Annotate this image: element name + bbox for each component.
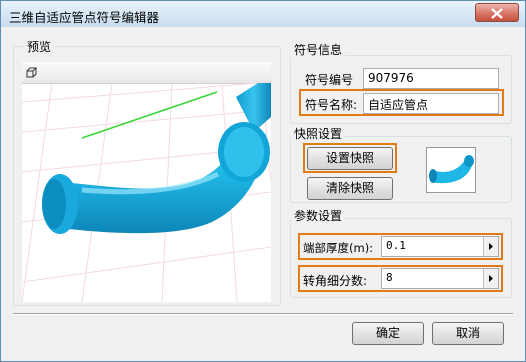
arrow-right-icon	[489, 243, 493, 250]
preview-group-label: 预览	[24, 38, 55, 55]
cancel-button[interactable]: 取消	[432, 322, 504, 345]
symbol-name-label: 符号名称:	[305, 98, 358, 112]
thickness-value: 0.1	[386, 239, 406, 252]
preview-viewport[interactable]	[22, 62, 271, 302]
title-bar[interactable]: 三维自适应管点符号编辑器	[1, 1, 525, 27]
snapshot-label: 快照设置	[291, 125, 346, 142]
segments-arrow-button[interactable]	[483, 269, 498, 288]
close-button[interactable]	[475, 3, 519, 22]
thickness-arrow-button[interactable]	[483, 237, 498, 256]
symbol-info-label: 符号信息	[291, 41, 346, 58]
segments-label: 转角细分数:	[303, 274, 368, 288]
set-snapshot-button[interactable]: 设置快照	[307, 147, 393, 170]
ok-button[interactable]: 确定	[352, 322, 424, 345]
snapshot-pipe-image	[429, 155, 474, 184]
symbol-code-field[interactable]: 907976	[363, 68, 499, 89]
symbol-code-label: 符号编号	[305, 73, 354, 87]
snapshot-thumbnail	[426, 147, 476, 193]
params-label: 参数设置	[291, 207, 346, 224]
arrow-right-icon	[489, 275, 493, 282]
symbol-name-field[interactable]: 自适应管点	[363, 93, 499, 114]
segments-value: 8	[386, 271, 393, 284]
window-title: 三维自适应管点符号编辑器	[9, 10, 160, 25]
footer-separator	[13, 313, 513, 315]
dialog-window: 三维自适应管点符号编辑器 预览 符号信息 符号编号 907976 符号名称: 自…	[0, 0, 526, 362]
close-icon	[491, 8, 503, 19]
thickness-label: 端部厚度(m):	[303, 241, 374, 255]
thickness-input[interactable]: 0.1	[381, 236, 499, 257]
segments-input[interactable]: 8	[381, 268, 499, 289]
clear-snapshot-button[interactable]: 清除快照	[307, 177, 393, 200]
pipe-3d-preview	[22, 81, 271, 302]
